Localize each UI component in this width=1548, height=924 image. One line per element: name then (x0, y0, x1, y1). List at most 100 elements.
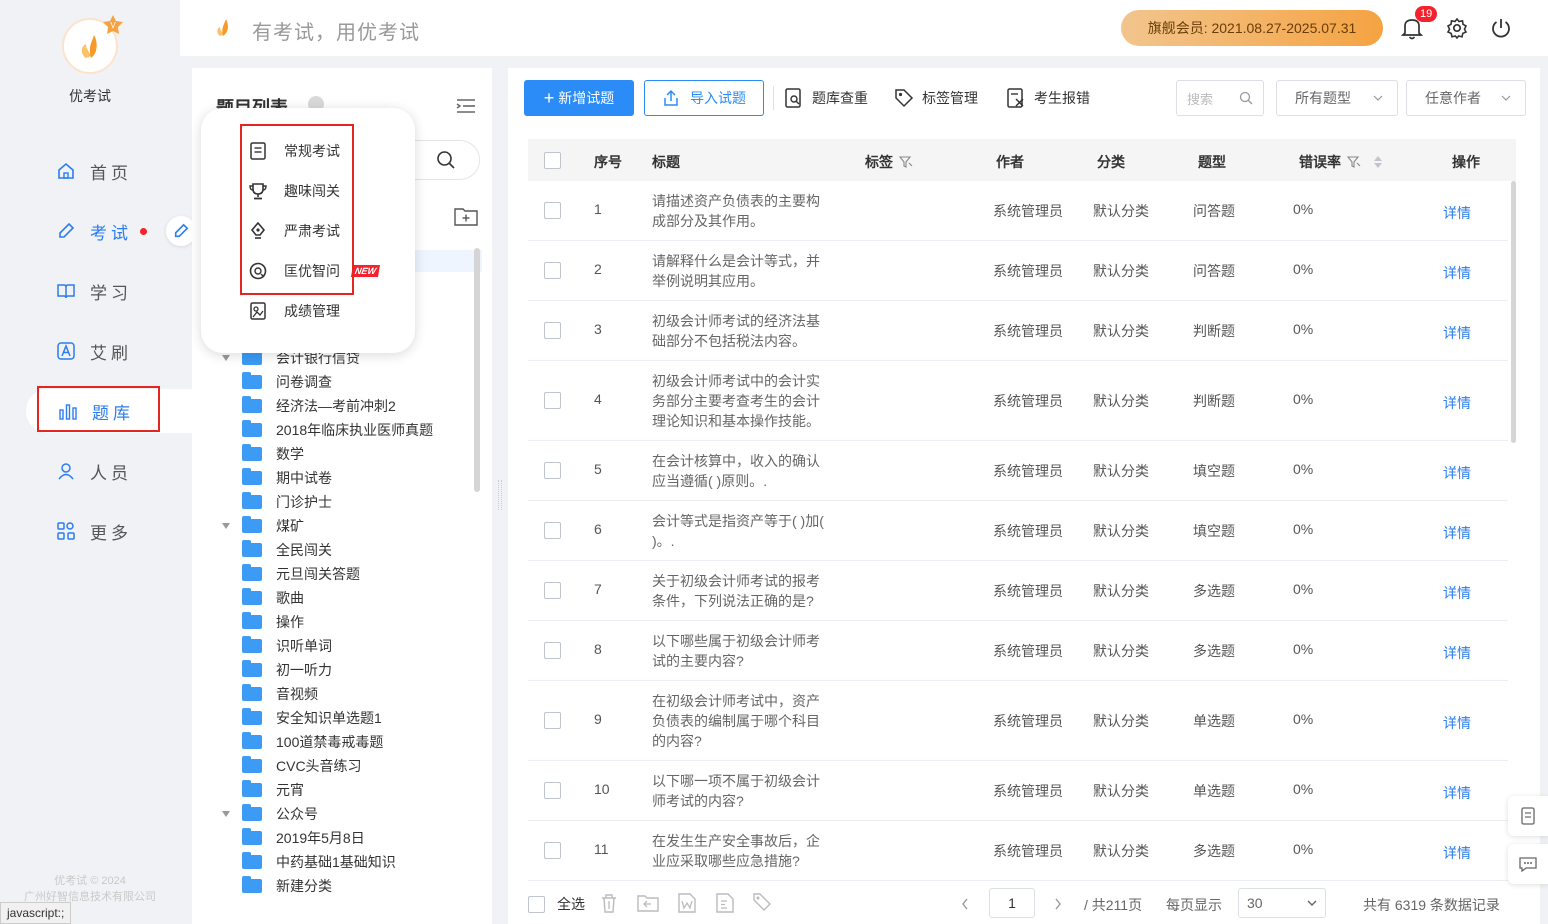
vip-membership-badge[interactable]: 旗舰会员: 2021.08.27-2025.07.31 (1121, 10, 1383, 46)
error-report-button[interactable]: 考生报错 (1006, 80, 1090, 116)
row-detail-link[interactable]: 详情 (1443, 523, 1471, 543)
sidebar-item-aishua[interactable]: 艾刷 (24, 329, 180, 373)
select-all-header-checkbox[interactable] (544, 152, 561, 169)
floating-chat-button[interactable] (1508, 844, 1548, 884)
sidebar-item-home[interactable]: 首页 (24, 149, 180, 193)
next-page-icon[interactable] (1053, 897, 1063, 911)
row-checkbox[interactable] (544, 842, 561, 859)
row-detail-link[interactable]: 详情 (1443, 643, 1471, 663)
column-tag[interactable]: 标签 (865, 152, 913, 172)
dedupe-button[interactable]: 题库查重 (784, 80, 868, 116)
menu-collapse-icon[interactable] (456, 98, 476, 114)
panel-resize-handle[interactable] (498, 480, 502, 510)
tree-folder[interactable]: 元旦闯关答题 (222, 562, 472, 586)
author-select[interactable]: 任意作者 (1406, 80, 1526, 116)
row-detail-link[interactable]: 详情 (1443, 843, 1471, 863)
expand-arrow-icon[interactable] (222, 523, 230, 529)
row-checkbox[interactable] (544, 322, 561, 339)
import-question-label: 导入试题 (690, 90, 746, 106)
tree-folder[interactable]: 操作 (222, 610, 472, 634)
row-detail-link[interactable]: 详情 (1443, 323, 1471, 343)
sort-icon[interactable] (1373, 155, 1383, 169)
tree-folder[interactable]: 初一听力 (222, 658, 472, 682)
add-folder-icon[interactable] (454, 206, 478, 226)
move-folder-icon[interactable] (636, 892, 660, 914)
tree-folder[interactable]: 全民闯关 (222, 538, 472, 562)
row-detail-link[interactable]: 详情 (1443, 713, 1471, 733)
tree-folder[interactable]: 期中试卷 (222, 466, 472, 490)
tree-folder[interactable]: 新建分类 (222, 874, 472, 898)
tree-folder[interactable]: 音视频 (222, 682, 472, 706)
expand-arrow-icon[interactable] (222, 811, 230, 817)
app-logo[interactable]: V (62, 15, 123, 74)
row-detail-link[interactable]: 详情 (1443, 263, 1471, 283)
menu-item-score-management[interactable]: 成绩管理 (249, 299, 340, 323)
tree-folder[interactable]: 数学 (222, 442, 472, 466)
expand-arrow-icon[interactable] (222, 355, 230, 361)
notification-button[interactable]: 19 (1400, 6, 1438, 43)
tree-folder[interactable]: 门诊护士 (222, 490, 472, 514)
tree-folder[interactable]: 100道禁毒戒毒题 (222, 730, 472, 754)
row-detail-link[interactable]: 详情 (1443, 393, 1471, 413)
tree-folder[interactable]: 煤矿 (222, 514, 472, 538)
row-checkbox[interactable] (544, 712, 561, 729)
question-type-select[interactable]: 所有题型 (1276, 80, 1398, 116)
tree-folder[interactable]: 公众号 (222, 802, 472, 826)
tree-scrollbar[interactable] (474, 248, 480, 492)
row-category: 默认分类 (1093, 713, 1149, 729)
tree-folder[interactable]: CVC头音练习 (222, 754, 472, 778)
tree-folder[interactable]: 经济法—考前冲刺2 (222, 394, 472, 418)
tree-folder[interactable]: 元宵 (222, 778, 472, 802)
tree-folder[interactable]: 2019年5月8日 (222, 826, 472, 850)
tree-folder[interactable]: 安全知识单选题1 (222, 706, 472, 730)
sidebar: V 优考试 首页 考试 学习 艾刷 题库 人员 更多 优考试 © 2024 广州… (0, 0, 196, 924)
select-all-control[interactable]: 全选 (528, 894, 585, 914)
tree-folder[interactable]: 问卷调查 (222, 370, 472, 394)
tag-management-button[interactable]: 标签管理 (894, 80, 978, 116)
filter-icon[interactable] (899, 155, 913, 169)
export-word-icon[interactable] (676, 892, 698, 914)
row-detail-link[interactable]: 详情 (1443, 583, 1471, 603)
row-checkbox[interactable] (544, 392, 561, 409)
select-all-checkbox[interactable] (528, 895, 545, 913)
export-excel-icon[interactable] (714, 892, 736, 914)
top-header: 有考试，用优考试 旗舰会员: 2021.08.27-2025.07.31 19 (180, 0, 1548, 56)
row-checkbox[interactable] (544, 582, 561, 599)
sidebar-item-study[interactable]: 学习 (24, 269, 180, 313)
page-number-input[interactable]: 1 (989, 888, 1035, 918)
row-title-line: 以下哪一项不属于初级会计 (652, 773, 820, 789)
row-detail-link[interactable]: 详情 (1443, 463, 1471, 483)
table-scrollbar[interactable] (1511, 181, 1516, 443)
filter-icon[interactable] (1347, 155, 1361, 169)
row-checkbox[interactable] (544, 782, 561, 799)
prev-page-icon[interactable] (960, 897, 970, 911)
sidebar-item-more[interactable]: 更多 (24, 509, 180, 553)
import-question-button[interactable]: 导入试题 (644, 80, 764, 116)
floating-doc-button[interactable] (1508, 796, 1548, 836)
tag-batch-icon[interactable] (752, 892, 774, 914)
row-checkbox[interactable] (544, 262, 561, 279)
question-search-input[interactable]: 搜索 (1176, 80, 1264, 116)
sidebar-item-exam[interactable]: 考试 (24, 209, 180, 253)
row-error-rate: 0% (1293, 641, 1314, 657)
row-detail-link[interactable]: 详情 (1443, 783, 1471, 803)
tree-folder[interactable]: 2018年临床执业医师真题 (222, 418, 472, 442)
settings-button[interactable] (1446, 17, 1468, 42)
add-question-button[interactable]: + 新增试题 (524, 80, 634, 116)
tree-folder[interactable]: 中药基础1基础知识 (222, 850, 472, 874)
tree-search-button[interactable] (412, 140, 480, 180)
row-checkbox[interactable] (544, 522, 561, 539)
page-size-select[interactable]: 30 (1238, 888, 1326, 918)
row-checkbox[interactable] (544, 202, 561, 219)
tree-folder-label: 元宵 (276, 782, 304, 798)
tree-folder[interactable]: 歌曲 (222, 586, 472, 610)
row-detail-link[interactable]: 详情 (1443, 203, 1471, 223)
logout-button[interactable] (1490, 17, 1512, 42)
column-error-rate[interactable]: 错误率 (1299, 152, 1383, 172)
delete-icon[interactable] (598, 892, 620, 914)
tree-folder[interactable]: 识听单词 (222, 634, 472, 658)
total-records: 共有 6319 条数据记录 (1363, 897, 1500, 913)
row-checkbox[interactable] (544, 462, 561, 479)
row-checkbox[interactable] (544, 642, 561, 659)
sidebar-item-users[interactable]: 人员 (24, 449, 180, 493)
